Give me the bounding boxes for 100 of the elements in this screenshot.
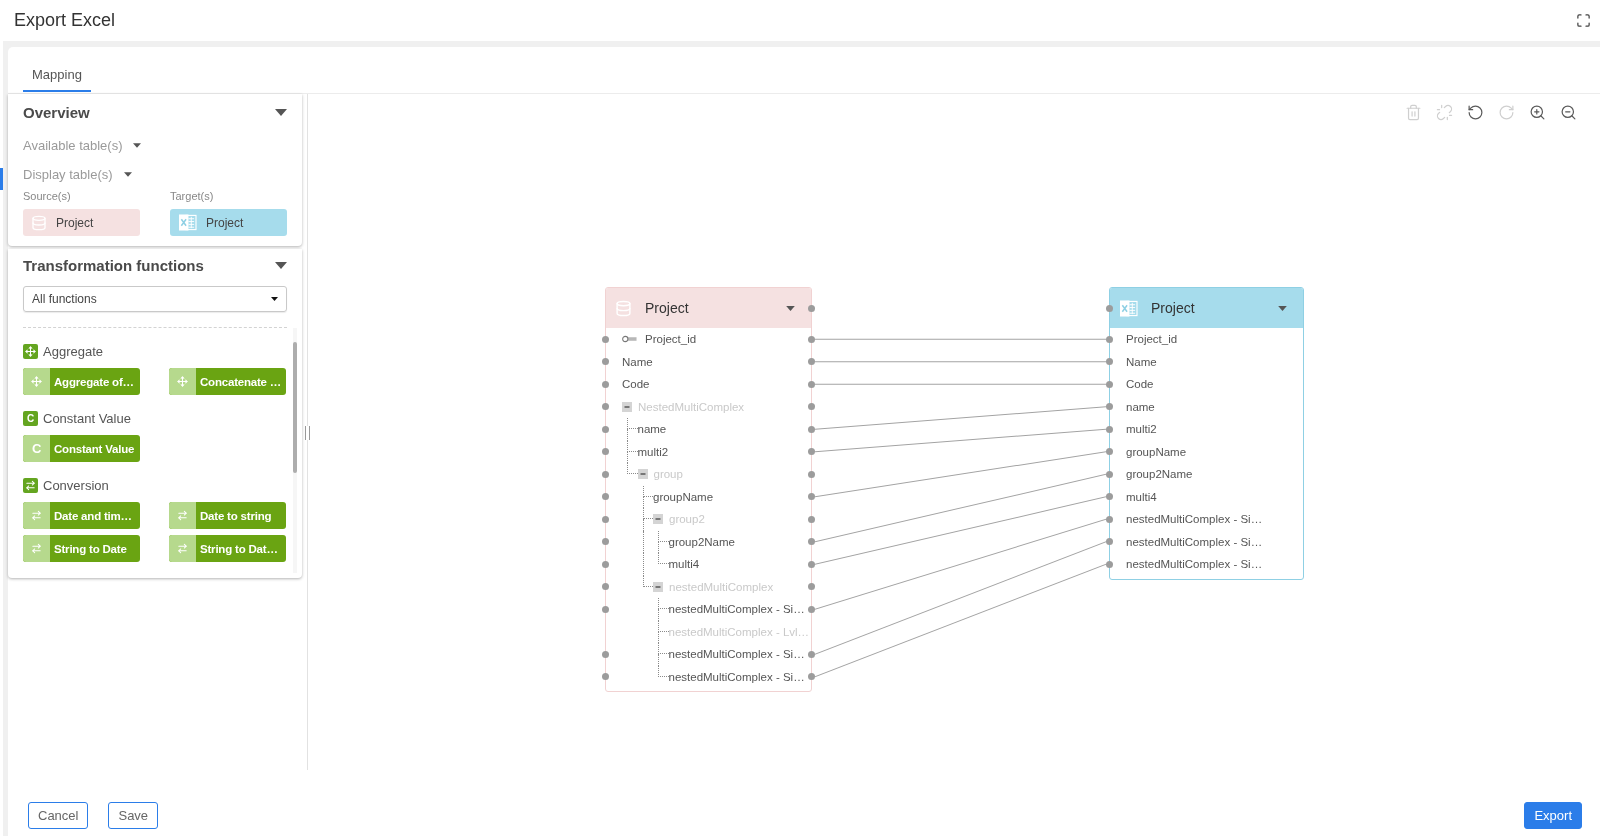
function-chip[interactable]: Date and tim… bbox=[23, 502, 140, 529]
port-dot-icon[interactable] bbox=[808, 448, 815, 456]
port-dot-icon[interactable] bbox=[602, 673, 609, 681]
port-dot-icon[interactable] bbox=[602, 470, 609, 478]
zoom-in-icon[interactable] bbox=[1529, 104, 1546, 121]
port-dot-icon[interactable] bbox=[808, 470, 815, 478]
field-name: multi2 bbox=[1126, 423, 1157, 436]
port-dot-icon[interactable] bbox=[1106, 538, 1113, 546]
move-icon bbox=[169, 368, 196, 395]
database-icon bbox=[31, 214, 47, 231]
port-dot-icon[interactable] bbox=[602, 583, 609, 591]
primary-button[interactable]: Export bbox=[1524, 802, 1582, 829]
collapse-icon[interactable] bbox=[622, 401, 632, 412]
port-dot-icon[interactable] bbox=[808, 673, 815, 681]
secondary-button[interactable]: Cancel bbox=[28, 802, 89, 829]
port-dot-icon[interactable] bbox=[1106, 358, 1113, 366]
port-dot-icon[interactable] bbox=[602, 403, 609, 411]
port-dot-icon[interactable] bbox=[1106, 493, 1113, 501]
collapse-icon[interactable] bbox=[637, 469, 648, 480]
caret-icon[interactable] bbox=[275, 108, 287, 116]
collapse-icon[interactable] bbox=[653, 514, 663, 525]
connector-line[interactable] bbox=[815, 541, 1106, 655]
port-dot-icon[interactable] bbox=[808, 358, 815, 366]
connector-line[interactable] bbox=[815, 361, 1106, 363]
port-dot-icon[interactable] bbox=[808, 515, 815, 523]
port-dot-icon[interactable] bbox=[1106, 560, 1113, 568]
field-name: nestedMultiComplex - Si… bbox=[668, 648, 805, 661]
collapse-icon[interactable] bbox=[653, 581, 663, 592]
caret-icon[interactable] bbox=[1278, 305, 1287, 311]
port-dot-icon[interactable] bbox=[808, 380, 815, 388]
port-dot-icon[interactable] bbox=[808, 583, 815, 591]
port-dot-icon[interactable] bbox=[1106, 470, 1113, 478]
section-title: Overview bbox=[23, 103, 90, 121]
target-table-chip[interactable]: Project bbox=[170, 209, 287, 236]
function-chip[interactable]: Concatenate … bbox=[169, 368, 286, 395]
port-dot-icon[interactable] bbox=[1106, 515, 1113, 523]
port-dot-icon[interactable] bbox=[808, 538, 815, 546]
field-name: Code bbox=[622, 378, 650, 391]
port-dot-icon[interactable] bbox=[808, 493, 815, 501]
port-dot-icon[interactable] bbox=[602, 380, 609, 388]
connector-line[interactable] bbox=[815, 406, 1106, 430]
port-dot-icon[interactable] bbox=[602, 493, 609, 501]
field-name: groupName bbox=[1126, 445, 1187, 458]
port-dot-icon[interactable] bbox=[602, 650, 609, 658]
connector-line[interactable] bbox=[815, 518, 1106, 610]
port-dot-icon[interactable] bbox=[808, 560, 815, 568]
port-dot-icon[interactable] bbox=[808, 605, 815, 613]
function-chip[interactable]: String to Dat… bbox=[169, 535, 286, 562]
port-dot-icon[interactable] bbox=[602, 515, 609, 523]
tab[interactable]: Mapping bbox=[23, 67, 91, 92]
function-chip[interactable]: Aggregate of… bbox=[23, 368, 140, 395]
filter-select[interactable]: All functions bbox=[23, 286, 287, 312]
dropdown-toggle[interactable]: Available table(s) bbox=[23, 131, 142, 160]
port-dot-icon[interactable] bbox=[602, 448, 609, 456]
port-dot-icon[interactable] bbox=[602, 358, 609, 366]
connector-line[interactable] bbox=[815, 451, 1106, 498]
connector-line[interactable] bbox=[815, 383, 1106, 385]
zoom-out-icon[interactable] bbox=[1560, 104, 1577, 121]
port-dot-icon[interactable] bbox=[602, 538, 609, 546]
field-name: multi4 bbox=[1126, 490, 1157, 503]
undo-icon[interactable] bbox=[1467, 104, 1484, 121]
port-dot-icon[interactable] bbox=[1106, 335, 1113, 343]
dropdown-toggle[interactable]: Display table(s) bbox=[23, 160, 132, 189]
port-dot-icon[interactable] bbox=[1106, 380, 1113, 388]
port-dot-icon[interactable] bbox=[808, 425, 815, 433]
fullscreen-icon[interactable] bbox=[1576, 13, 1591, 28]
port-dot-icon[interactable] bbox=[1106, 448, 1113, 456]
secondary-button[interactable]: Save bbox=[108, 802, 159, 829]
connector-line[interactable] bbox=[815, 496, 1106, 565]
connector-line[interactable] bbox=[815, 428, 1106, 453]
side-indicator bbox=[0, 168, 3, 190]
port-dot-icon[interactable] bbox=[602, 335, 609, 343]
caret-icon[interactable] bbox=[786, 305, 795, 311]
port-dot-icon[interactable] bbox=[602, 425, 609, 433]
resize-handle-icon[interactable] bbox=[305, 426, 310, 440]
function-chip[interactable]: String to Date bbox=[23, 535, 140, 562]
swap-arrows-icon bbox=[23, 502, 50, 529]
connector-line[interactable] bbox=[815, 473, 1106, 543]
function-chip[interactable]: Date to string bbox=[169, 502, 286, 529]
swap-arrows-icon bbox=[23, 535, 50, 562]
port-dot-icon[interactable] bbox=[808, 335, 815, 343]
port-dot-icon[interactable] bbox=[808, 403, 815, 411]
column-label: Source(s) bbox=[23, 190, 72, 202]
connector-line[interactable] bbox=[815, 563, 1106, 678]
field-name: nestedMultiComplex - Si… bbox=[1126, 558, 1263, 571]
field-name: multi4 bbox=[668, 558, 700, 571]
port-dot-icon[interactable] bbox=[602, 605, 609, 613]
function-chip[interactable]: C Constant Value bbox=[23, 435, 140, 462]
scrollbar-thumb[interactable] bbox=[293, 342, 297, 473]
source-table-chip[interactable]: Project bbox=[23, 209, 140, 236]
caret-icon[interactable] bbox=[275, 261, 287, 269]
constant-icon: C bbox=[23, 435, 50, 462]
port-dot-icon[interactable] bbox=[602, 560, 609, 568]
connector-line[interactable] bbox=[815, 338, 1106, 340]
field-name: groupName bbox=[653, 490, 714, 503]
port-dot-icon[interactable] bbox=[808, 650, 815, 658]
port-dot-icon[interactable] bbox=[808, 304, 815, 312]
port-dot-icon[interactable] bbox=[1106, 304, 1113, 312]
port-dot-icon[interactable] bbox=[1106, 425, 1113, 433]
port-dot-icon[interactable] bbox=[1106, 403, 1113, 411]
